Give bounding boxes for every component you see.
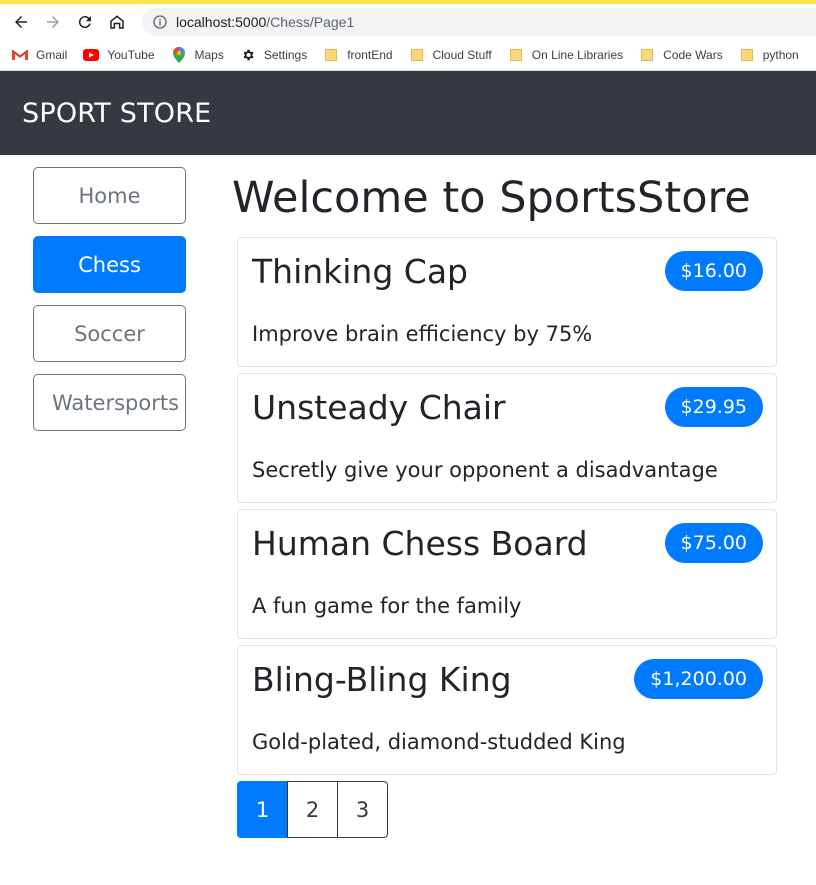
- forward-button[interactable]: [42, 11, 64, 33]
- product-list: Welcome to SportsStore Thinking Cap $16.…: [232, 167, 777, 838]
- folder-icon: [508, 48, 524, 62]
- category-sidebar: Home Chess Soccer Watersports: [33, 167, 186, 443]
- category-home-button[interactable]: Home: [33, 167, 186, 224]
- page-2-button[interactable]: 2: [287, 781, 338, 838]
- page-content: Home Chess Soccer Watersports Welcome to…: [0, 155, 816, 884]
- bookmark-label: On Line Libraries: [531, 48, 624, 62]
- bookmark-folder-online-libraries[interactable]: On Line Libraries: [508, 48, 623, 62]
- product-card: Unsteady Chair $29.95 Secretly give your…: [237, 373, 777, 503]
- bookmark-folder-frontend[interactable]: frontEnd: [323, 48, 393, 62]
- bookmark-folder-cloud-stuff[interactable]: Cloud Stuff: [409, 48, 492, 62]
- gear-icon: [240, 48, 256, 62]
- browser-toolbar: localhost:5000/Chess/Page1: [0, 4, 816, 40]
- folder-icon: [323, 48, 339, 62]
- page-1-button[interactable]: 1: [237, 781, 288, 838]
- product-card: Thinking Cap $16.00 Improve brain effici…: [237, 237, 777, 367]
- site-navbar: SPORT STORE: [0, 71, 816, 155]
- bookmark-maps[interactable]: Maps: [171, 47, 224, 63]
- category-watersports-button[interactable]: Watersports: [33, 374, 186, 431]
- price-badge: $1,200.00: [634, 659, 763, 699]
- bookmark-folder-python[interactable]: python: [739, 48, 799, 62]
- bookmark-label: Cloud Stuff: [432, 48, 492, 62]
- youtube-icon: [83, 48, 100, 62]
- home-button[interactable]: [106, 11, 128, 33]
- product-description: Secretly give your opponent a disadvanta…: [252, 458, 718, 482]
- product-card: Human Chess Board $75.00 A fun game for …: [237, 509, 777, 639]
- pagination: 1 2 3: [237, 781, 777, 838]
- back-button[interactable]: [10, 11, 32, 33]
- forward-arrow-icon: [47, 16, 59, 28]
- bookmark-label: Maps: [194, 48, 224, 62]
- bookmark-label: python: [762, 48, 799, 62]
- maps-icon: [171, 47, 187, 63]
- bookmark-youtube[interactable]: YouTube: [83, 48, 155, 62]
- price-badge: $16.00: [664, 251, 763, 291]
- bookmark-gmail[interactable]: Gmail: [12, 48, 67, 62]
- address-bar[interactable]: localhost:5000/Chess/Page1: [142, 8, 816, 36]
- brand-title[interactable]: SPORT STORE: [22, 98, 211, 129]
- price-badge: $75.00: [664, 523, 763, 563]
- price-badge: $29.95: [664, 387, 763, 427]
- page-3-button[interactable]: 3: [337, 781, 388, 838]
- gmail-icon: [12, 48, 28, 62]
- page-title: Welcome to SportsStore: [232, 173, 751, 223]
- category-chess-button[interactable]: Chess: [33, 236, 186, 293]
- bookmark-label: Gmail: [36, 48, 68, 62]
- bookmark-settings[interactable]: Settings: [240, 48, 307, 62]
- product-description: Improve brain efficiency by 75%: [252, 322, 593, 346]
- folder-icon: [409, 48, 425, 62]
- product-card: Bling-Bling King $1,200.00 Gold-plated, …: [237, 645, 777, 775]
- bookmarks-bar: Gmail YouTube Maps Settings frontEnd Clo…: [0, 40, 816, 71]
- product-name: Unsteady Chair: [252, 388, 506, 427]
- product-name: Thinking Cap: [252, 252, 468, 291]
- product-description: Gold-plated, diamond-studded King: [252, 730, 626, 754]
- product-name: Bling-Bling King: [252, 660, 512, 699]
- bookmark-folder-code-wars[interactable]: Code Wars: [639, 48, 723, 62]
- url-path: /Chess/Page1: [266, 14, 355, 30]
- reload-icon: [78, 16, 91, 29]
- bookmark-label: Code Wars: [663, 48, 723, 62]
- home-icon: [110, 15, 124, 29]
- category-soccer-button[interactable]: Soccer: [33, 305, 186, 362]
- bookmark-label: Settings: [263, 48, 308, 62]
- folder-icon: [739, 48, 755, 62]
- reload-button[interactable]: [74, 11, 96, 33]
- info-icon[interactable]: [152, 14, 168, 30]
- bookmark-label: YouTube: [107, 48, 155, 62]
- url-host: localhost:5000: [176, 14, 267, 30]
- url-text: localhost:5000/Chess/Page1: [176, 14, 354, 30]
- folder-icon: [639, 48, 655, 62]
- bookmark-label: frontEnd: [347, 48, 393, 62]
- product-description: A fun game for the family: [252, 594, 522, 618]
- back-arrow-icon: [15, 16, 27, 28]
- product-name: Human Chess Board: [252, 524, 588, 563]
